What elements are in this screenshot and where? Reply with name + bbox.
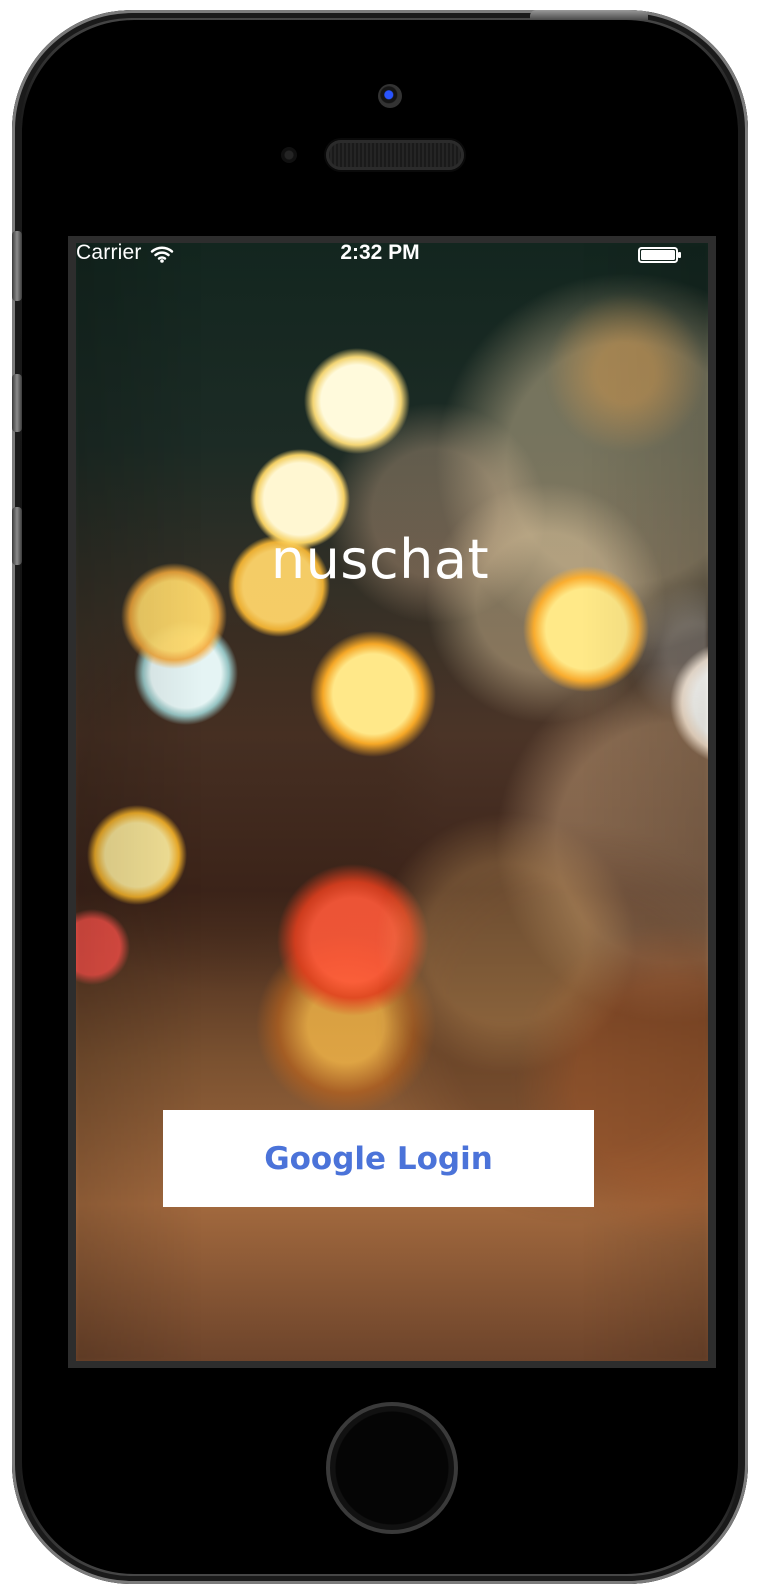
proximity-sensor	[281, 147, 297, 163]
google-login-button[interactable]: Google Login	[163, 1110, 594, 1207]
status-left: Carrier	[76, 241, 174, 265]
home-button[interactable]	[326, 1402, 458, 1534]
mute-switch[interactable]	[12, 231, 22, 301]
earpiece-speaker	[326, 140, 464, 170]
app-title: nuschat	[270, 528, 490, 591]
wifi-icon	[150, 246, 173, 263]
status-time: 2:32 PM	[340, 241, 420, 264]
status-bar: Carrier 2:32 PM	[64, 233, 696, 275]
power-button[interactable]	[530, 10, 648, 20]
battery-icon	[638, 247, 681, 263]
volume-up-button[interactable]	[12, 374, 22, 432]
front-camera	[378, 84, 402, 108]
carrier-label: Carrier	[76, 241, 142, 264]
